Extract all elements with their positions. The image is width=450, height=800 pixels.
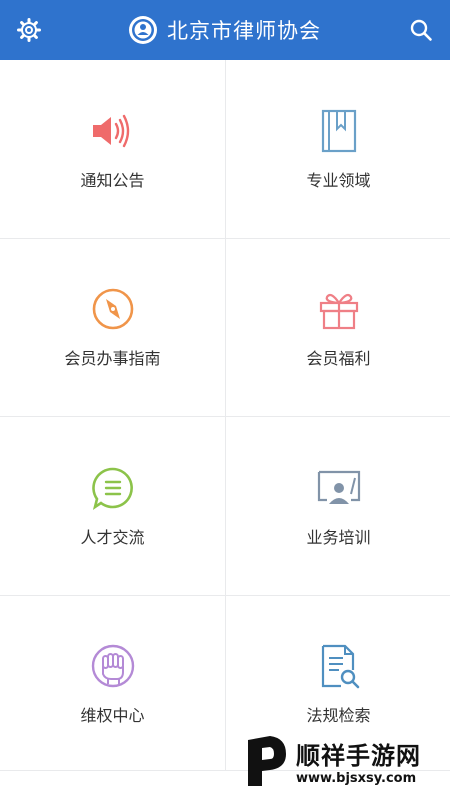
app-header: 北京市律师协会 bbox=[0, 0, 450, 60]
menu-item-member-guide[interactable]: 会员办事指南 bbox=[0, 238, 225, 416]
menu-item-label: 通知公告 bbox=[80, 170, 145, 190]
search-icon[interactable] bbox=[406, 15, 436, 45]
menu-item-rights-center[interactable]: 维权中心 bbox=[0, 595, 225, 773]
association-logo bbox=[129, 16, 157, 44]
menu-item-label: 法规检索 bbox=[306, 706, 371, 726]
header-title-group: 北京市律师协会 bbox=[129, 15, 321, 45]
menu-item-label: 专业领域 bbox=[306, 170, 371, 190]
megaphone-icon bbox=[89, 107, 137, 155]
menu-item-talent-exchange[interactable]: 人才交流 bbox=[0, 417, 225, 595]
chat-icon bbox=[89, 464, 137, 512]
book-icon bbox=[315, 107, 363, 155]
watermark: 顺祥手游网 www.bjsxsy.com bbox=[244, 730, 440, 792]
menu-item-member-benefits[interactable]: 会员福利 bbox=[226, 238, 450, 416]
gift-icon bbox=[315, 285, 363, 333]
menu-item-business-training[interactable]: 业务培训 bbox=[226, 417, 450, 595]
watermark-name: 顺祥手游网 bbox=[296, 742, 421, 770]
menu-item-notices[interactable]: 通知公告 bbox=[0, 60, 225, 238]
watermark-text: 顺祥手游网 www.bjsxsy.com bbox=[296, 736, 421, 786]
document-search-icon bbox=[315, 642, 363, 690]
menu-item-practice-areas[interactable]: 专业领域 bbox=[226, 60, 450, 238]
gear-icon[interactable] bbox=[14, 15, 44, 45]
menu-item-label: 业务培训 bbox=[306, 527, 371, 547]
menu-item-label: 人才交流 bbox=[80, 527, 145, 547]
presentation-icon bbox=[315, 464, 363, 512]
menu-grid: 通知公告 专业领域 会员办事指南 会员福利 人才交流 业务培训 维权中心 法规检… bbox=[0, 60, 450, 773]
page-title: 北京市律师协会 bbox=[167, 19, 321, 43]
compass-icon bbox=[89, 285, 137, 333]
menu-item-label: 维权中心 bbox=[80, 706, 145, 726]
menu-item-label: 会员福利 bbox=[306, 349, 371, 369]
fist-icon bbox=[89, 642, 137, 690]
watermark-logo-icon bbox=[248, 736, 286, 786]
watermark-url: www.bjsxsy.com bbox=[296, 771, 417, 786]
menu-item-label: 会员办事指南 bbox=[64, 349, 161, 369]
